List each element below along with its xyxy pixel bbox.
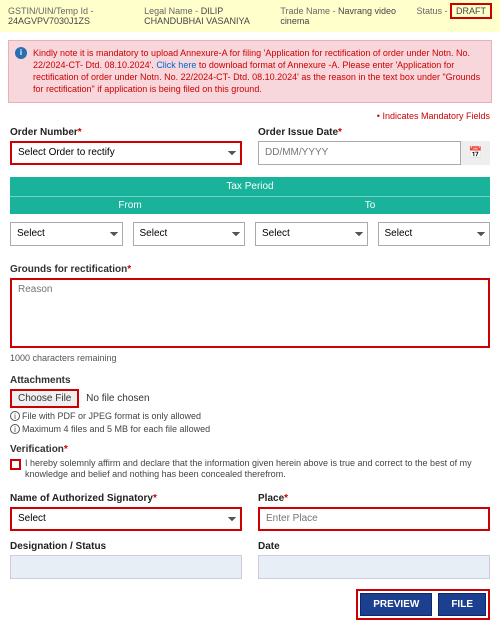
verification-checkbox[interactable] [10, 459, 21, 470]
status-label: Status - [416, 6, 447, 16]
choose-file-button[interactable]: Choose File [10, 389, 79, 408]
tax-period-to-header: To [250, 196, 490, 214]
gstin-label: GSTIN/UIN/Temp Id - [8, 6, 94, 16]
info-circle-icon: i [10, 411, 20, 421]
calendar-icon[interactable]: 📅 [460, 141, 490, 165]
place-label: Place* [258, 493, 490, 504]
tax-period-section: Tax Period From To Select Select Select … [10, 177, 490, 254]
preview-button[interactable]: PREVIEW [360, 593, 432, 616]
from-month-select[interactable]: Select [10, 222, 123, 246]
to-year-select[interactable]: Select [378, 222, 491, 246]
to-month-select[interactable]: Select [255, 222, 368, 246]
file-format-note: iFile with PDF or JPEG format is only al… [10, 411, 490, 421]
attachments-label: Attachments [10, 375, 490, 386]
file-button[interactable]: FILE [438, 593, 486, 616]
action-button-group: PREVIEW FILE [356, 589, 490, 620]
tax-period-title: Tax Period [10, 177, 490, 196]
place-input[interactable] [258, 507, 490, 531]
info-banner: i Kindly note it is mandatory to upload … [8, 40, 492, 103]
order-number-label: Order Number* [10, 127, 242, 138]
signatory-name-label: Name of Authorized Signatory* [10, 493, 242, 504]
grounds-label: Grounds for rectification* [10, 264, 490, 275]
status-block: Status - DRAFT [416, 6, 492, 26]
legal-name-block: Legal Name - DILIP CHANDUBHAI VASANIYA [144, 6, 272, 26]
from-year-select[interactable]: Select [133, 222, 246, 246]
mandatory-note: • Indicates Mandatory Fields [0, 111, 500, 125]
signatory-select[interactable]: Select [10, 507, 242, 531]
grounds-remaining: 1000 characters remaining [10, 353, 490, 363]
verification-label: Verification* [10, 444, 68, 455]
verification-text: I hereby solemnly affirm and declare tha… [25, 458, 490, 481]
trade-label: Trade Name - [280, 6, 338, 16]
status-badge: DRAFT [450, 3, 492, 19]
trade-name-block: Trade Name - Navrang video cinema [280, 6, 408, 26]
info-icon: i [15, 47, 27, 59]
gstin-value: 24AGVPV7030J1ZS [8, 16, 90, 26]
grounds-textarea[interactable] [10, 278, 490, 348]
designation-label: Designation / Status [10, 541, 242, 552]
legal-label: Legal Name - [144, 6, 201, 16]
header-bar: GSTIN/UIN/Temp Id - 24AGVPV7030J1ZS Lega… [0, 0, 500, 32]
designation-field [10, 555, 242, 579]
gstin-block: GSTIN/UIN/Temp Id - 24AGVPV7030J1ZS [8, 6, 136, 26]
no-file-text: No file chosen [86, 393, 149, 404]
info-circle-icon: i [10, 424, 20, 434]
file-limit-note: iMaximum 4 files and 5 MB for each file … [10, 424, 490, 434]
tax-period-from-header: From [10, 196, 250, 214]
order-number-select[interactable]: Select Order to rectify [10, 141, 242, 165]
date-field [258, 555, 490, 579]
date-label: Date [258, 541, 490, 552]
order-date-label: Order Issue Date* [258, 127, 490, 138]
order-date-input[interactable] [258, 141, 490, 165]
download-annexure-link[interactable]: Click here [156, 60, 196, 70]
